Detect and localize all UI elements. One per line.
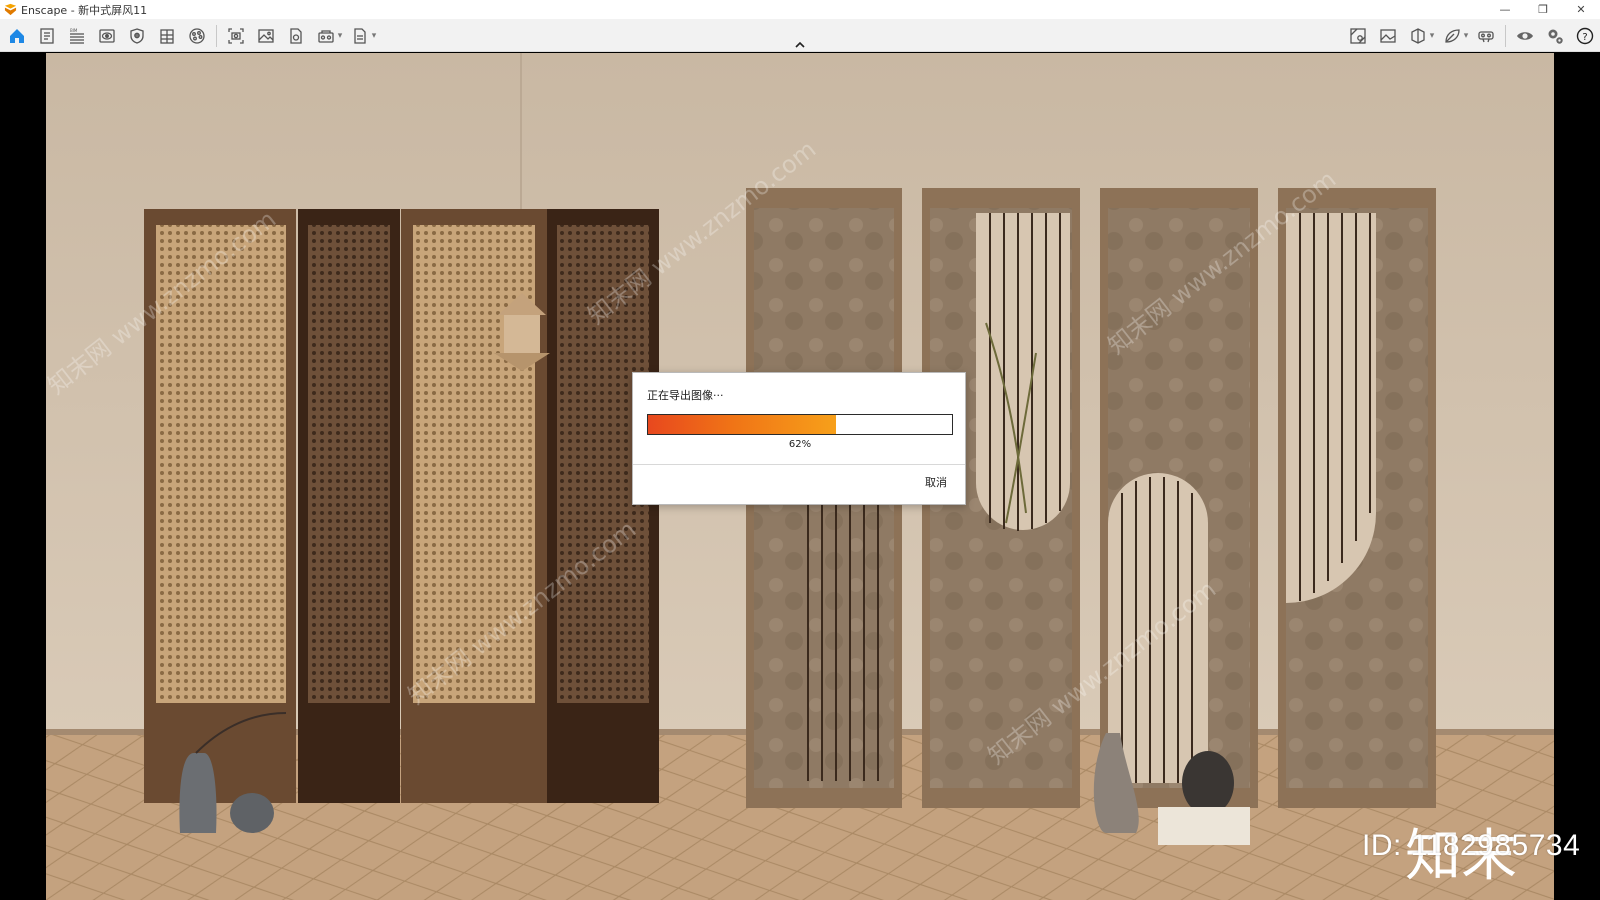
toolbar-right-group: ▾ ▾ ?: [1343, 19, 1600, 52]
screenshot-button[interactable]: [221, 21, 251, 51]
map-icon: [1350, 27, 1366, 44]
enscape-logo-icon: [4, 3, 17, 16]
collapse-toolbar-button[interactable]: [792, 39, 808, 51]
home-button[interactable]: [2, 21, 32, 51]
building-button[interactable]: [152, 21, 182, 51]
asset-leaf-icon: [1445, 28, 1460, 43]
folding-screen: [144, 209, 659, 803]
close-button[interactable]: ✕: [1562, 0, 1600, 19]
visibility-icon: [1517, 31, 1533, 40]
visibility-button[interactable]: [1510, 21, 1540, 51]
main-toolbar: BIM ▾ ▾ ▾ ▾ ?: [0, 19, 1600, 52]
building-icon: [160, 28, 174, 44]
eye-panel-icon: [99, 28, 115, 43]
cube-view-icon: [1411, 27, 1425, 44]
window-title: Enscape - 新中式屏风11: [21, 3, 148, 17]
chevron-up-icon: [795, 41, 805, 48]
shield-button[interactable]: [122, 21, 152, 51]
toolbar-left-group: BIM ▾ ▾: [2, 19, 379, 52]
bim-list-button[interactable]: BIM: [62, 21, 92, 51]
restore-button[interactable]: ❐: [1524, 0, 1562, 19]
gallery-icon: [1380, 28, 1396, 43]
batch-render-dropdown-caret[interactable]: ▾: [369, 21, 379, 51]
help-icon: ?: [1576, 27, 1594, 44]
window-controls: — ❐ ✕: [1486, 0, 1600, 19]
toolbar-separator: [1505, 24, 1506, 47]
export-progress-bar: [647, 414, 953, 435]
panorama-icon: [318, 29, 334, 43]
dialog-title: 正在导出图像···: [647, 389, 724, 402]
shield-icon: [130, 27, 144, 44]
batch-render-icon: [354, 27, 366, 44]
palette-button[interactable]: [182, 21, 212, 51]
gallery-button[interactable]: [1373, 21, 1403, 51]
document-button[interactable]: [32, 21, 62, 51]
progress-percentage: 62%: [788, 439, 812, 450]
export-progress-dialog: 正在导出图像··· 62% 取消: [632, 372, 966, 505]
bim-list-icon: BIM: [70, 28, 84, 44]
dialog-divider: [633, 464, 965, 465]
progress-fill: [648, 415, 837, 434]
document-icon: [40, 27, 54, 44]
toolbar-separator: [216, 24, 217, 47]
cancel-button[interactable]: 取消: [925, 474, 947, 490]
vr-headset-icon: [1478, 30, 1494, 42]
asset-library-dropdown-caret[interactable]: ▾: [1461, 21, 1471, 51]
export-file-icon: [290, 27, 302, 44]
vr-headset-button[interactable]: [1471, 21, 1501, 51]
map-button[interactable]: [1343, 21, 1373, 51]
image-icon: [258, 28, 274, 43]
settings-icon: [1548, 29, 1563, 44]
settings-button[interactable]: [1540, 21, 1570, 51]
watermark-id: ID: 1182985734: [1362, 829, 1581, 862]
svg-text:BIM: BIM: [70, 28, 78, 33]
screenshot-icon: [228, 27, 244, 44]
title-bar: Enscape - 新中式屏风11 — ❐ ✕: [0, 0, 1600, 19]
image-button[interactable]: [251, 21, 281, 51]
minimize-button[interactable]: —: [1486, 0, 1524, 19]
help-button[interactable]: ?: [1570, 21, 1600, 51]
eye-panel-button[interactable]: [92, 21, 122, 51]
cube-view-dropdown-caret[interactable]: ▾: [1427, 21, 1437, 51]
svg-text:?: ?: [1582, 32, 1587, 43]
palette-icon: [189, 27, 205, 44]
home-icon: [10, 28, 24, 43]
panorama-dropdown-caret[interactable]: ▾: [335, 21, 345, 51]
export-file-button[interactable]: [281, 21, 311, 51]
